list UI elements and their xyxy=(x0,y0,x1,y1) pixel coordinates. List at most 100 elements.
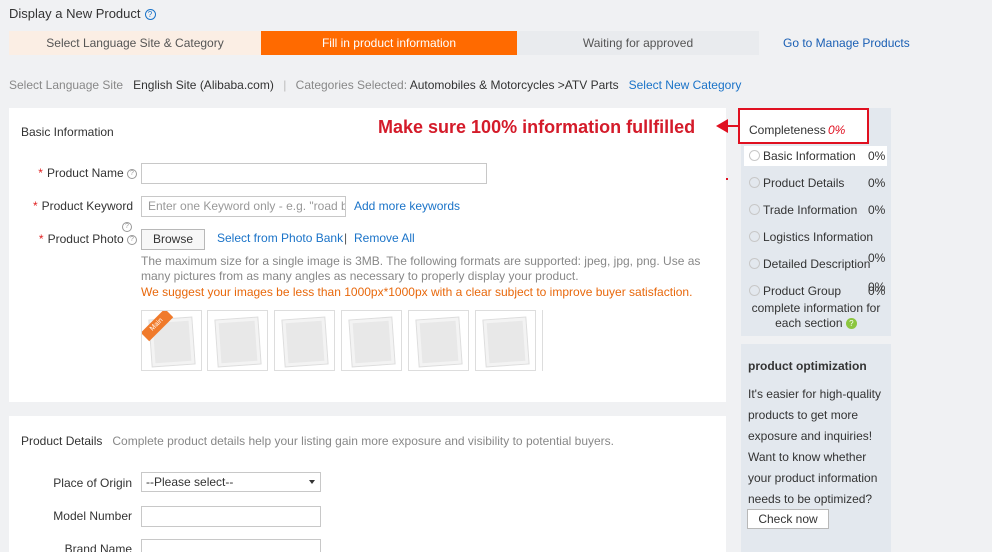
completeness-item[interactable]: Product Group 0% 0% xyxy=(744,280,887,301)
photo-slot[interactable] xyxy=(274,310,335,371)
brand-name-label: Brand Name xyxy=(64,542,132,552)
product-name-input[interactable] xyxy=(141,163,487,184)
photo-placeholder-icon xyxy=(215,317,261,367)
check-circle-icon xyxy=(749,177,760,188)
required-marker: * xyxy=(38,232,44,246)
model-number-input[interactable] xyxy=(141,506,321,527)
divider: | xyxy=(283,78,287,92)
optimization-line: your product information xyxy=(748,471,878,485)
product-photo-label: * Product Photo ? xyxy=(27,232,137,246)
select-from-photo-bank-link[interactable]: Select from Photo Bank xyxy=(217,231,343,245)
check-circle-icon xyxy=(749,258,760,269)
check-circle-icon xyxy=(749,150,760,161)
basic-information-title: Basic Information xyxy=(21,125,114,139)
step-waiting-approval: Waiting for approved xyxy=(517,31,759,55)
completeness-footer-line: each section ? xyxy=(741,316,891,331)
photo-slot-main[interactable]: Main xyxy=(141,310,202,371)
check-circle-icon xyxy=(749,204,760,215)
browse-button[interactable]: Browse xyxy=(141,229,205,250)
red-dot xyxy=(726,178,728,180)
photo-placeholder-icon xyxy=(416,317,462,367)
step-select-category: Select Language Site & Category xyxy=(9,31,261,55)
completeness-item-label: Basic Information xyxy=(763,149,856,163)
product-details-card: Product Details Complete product details… xyxy=(9,416,726,552)
completeness-footer-text: each section xyxy=(775,316,843,330)
add-more-keywords-link[interactable]: Add more keywords xyxy=(354,199,460,213)
place-of-origin-select[interactable]: --Please select-- xyxy=(141,472,321,492)
optimization-line: It's easier for high-quality xyxy=(748,387,882,401)
categories-value: Automobiles & Motorcycles >ATV Parts xyxy=(409,78,619,92)
help-icon[interactable]: ? xyxy=(122,222,132,232)
chevron-down-icon xyxy=(309,480,315,484)
photo-slot[interactable] xyxy=(341,310,402,371)
product-keyword-label: * Product Keyword xyxy=(27,199,133,213)
product-details-title: Product Details xyxy=(21,434,103,448)
completeness-footer-line: complete information for xyxy=(751,301,881,315)
help-icon[interactable]: ? xyxy=(845,318,857,330)
optimization-line: Want to know whether xyxy=(748,450,867,464)
language-site-label: Select Language Site xyxy=(9,78,124,92)
brand-name-input[interactable] xyxy=(141,539,321,552)
progress-steps: Select Language Site & Category Fill in … xyxy=(9,31,759,55)
product-keyword-input[interactable]: Enter one Keyword only - e.g. "road b xyxy=(141,196,346,217)
product-optimization-panel: product optimization It's easier for hig… xyxy=(741,344,891,552)
photo-placeholder-icon xyxy=(282,317,328,367)
completeness-footer: complete information for each section ? xyxy=(741,301,891,331)
check-now-button[interactable]: Check now xyxy=(747,509,829,529)
completeness-summary: Completeness 0% xyxy=(738,108,869,144)
optimization-line: needs to be optimized? xyxy=(748,492,873,506)
completeness-item-label: Trade Information xyxy=(763,203,858,217)
check-circle-icon xyxy=(749,231,760,242)
completeness-item-label: Product Details xyxy=(763,176,845,190)
photo-slot-partial xyxy=(542,310,546,371)
remove-all-link[interactable]: Remove All xyxy=(354,231,415,245)
help-icon[interactable]: ? xyxy=(127,234,137,245)
completeness-item-percent: 0% xyxy=(868,176,886,190)
photo-slot[interactable] xyxy=(408,310,469,371)
completeness-item-percent: 0% xyxy=(868,251,886,265)
completeness-item-label: Product Group xyxy=(763,284,842,298)
optimization-line: products to get more xyxy=(748,408,859,422)
product-details-subtitle: Complete product details help your listi… xyxy=(112,434,614,448)
product-keyword-placeholder: Enter one Keyword only - e.g. "road b xyxy=(148,199,345,213)
completeness-item-label: Detailed Description xyxy=(763,257,871,271)
place-of-origin-label: Place of Origin xyxy=(53,476,132,490)
completeness-title: Completeness xyxy=(749,123,826,137)
page-title: Display a New Product? xyxy=(9,6,156,21)
optimization-line: exposure and inquiries! xyxy=(748,429,873,443)
photo-placeholder-icon xyxy=(349,317,395,367)
completeness-item[interactable]: Basic Information 0% xyxy=(744,146,887,166)
product-details-header: Product Details Complete product details… xyxy=(21,434,614,448)
language-site-value: English Site (Alibaba.com) xyxy=(133,78,274,92)
photo-size-warning: We suggest your images be less than 1000… xyxy=(141,285,693,299)
product-photo-label-text: Product Photo xyxy=(47,232,124,246)
completeness-item-percent: 0% xyxy=(868,284,886,298)
completeness-item[interactable]: Logistics Information xyxy=(744,227,887,247)
place-of-origin-value: --Please select-- xyxy=(146,475,234,489)
product-name-label-text: Product Name xyxy=(46,166,124,180)
check-circle-icon xyxy=(749,285,760,296)
completeness-item[interactable]: Trade Information 0% xyxy=(744,200,887,220)
help-icon[interactable]: ? xyxy=(144,9,156,21)
completeness-item-percent: 0% xyxy=(868,149,886,163)
completeness-item[interactable]: Product Details 0% xyxy=(744,173,887,193)
model-number-label: Model Number xyxy=(53,509,132,523)
optimization-title: product optimization xyxy=(748,359,867,373)
categories-label: Categories Selected: xyxy=(295,78,408,92)
language-category-bar: Select Language Site English Site (Aliba… xyxy=(9,78,741,92)
page-title-text: Display a New Product xyxy=(9,6,141,21)
photo-slot[interactable] xyxy=(475,310,536,371)
select-new-category-link[interactable]: Select New Category xyxy=(629,78,742,92)
photo-placeholder-icon xyxy=(483,317,529,367)
go-to-manage-products-link[interactable]: Go to Manage Products xyxy=(783,36,910,50)
required-marker: * xyxy=(38,166,43,180)
required-marker: * xyxy=(32,199,38,213)
help-icon[interactable]: ? xyxy=(127,168,137,179)
photo-slot[interactable] xyxy=(207,310,268,371)
basic-information-card: Basic Information * Product Name ? * Produ… xyxy=(9,108,726,402)
completeness-item-label: Logistics Information xyxy=(763,230,874,244)
divider: | xyxy=(344,231,348,245)
completeness-item[interactable]: Detailed Description 0% xyxy=(744,251,887,274)
step-fill-info: Fill in product information xyxy=(261,31,517,55)
annotation-text: Make sure 100% information fullfilled xyxy=(378,117,696,137)
